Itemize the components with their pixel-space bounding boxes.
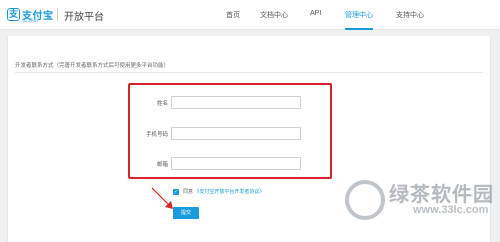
platform-title[interactable]: 开放平台 bbox=[64, 8, 104, 23]
nav-home[interactable]: 首页 bbox=[226, 10, 240, 20]
section-divider bbox=[15, 72, 483, 73]
watermark-text: 绿茶软件园 bbox=[389, 184, 494, 206]
alipay-logo-subtext: ALIPAY bbox=[23, 18, 40, 23]
name-label: 姓名 bbox=[156, 101, 168, 107]
agree-prefix: 同意 bbox=[183, 189, 194, 195]
nav-api[interactable]: API bbox=[310, 10, 321, 17]
top-navigation-bar: 支 支付宝 ALIPAY 开放平台 首页 文档中心 API 管理中心 支持中心 bbox=[0, 0, 500, 30]
watermark-logo-icon bbox=[345, 180, 385, 220]
email-input[interactable] bbox=[171, 157, 301, 170]
submit-button[interactable]: 提交 bbox=[173, 207, 199, 219]
phone-input[interactable] bbox=[171, 127, 301, 140]
section-title: 开发者联系方式（完善开发者联系方式后可使用更多平台功能） bbox=[15, 63, 170, 69]
phone-label: 手机号码 bbox=[145, 132, 168, 138]
agreement-link[interactable]: 《支付宝开放平台开发者协议》 bbox=[194, 189, 264, 195]
alipay-logo-icon: 支 bbox=[7, 8, 20, 21]
logo-divider bbox=[57, 8, 58, 21]
email-label: 邮箱 bbox=[156, 162, 168, 168]
nav-docs[interactable]: 文档中心 bbox=[260, 10, 288, 20]
nav-management-center[interactable]: 管理中心 bbox=[345, 10, 373, 30]
agreement-text: 同意 《支付宝开放平台开发者协议》 bbox=[183, 188, 264, 195]
nav-support-center[interactable]: 支持中心 bbox=[396, 10, 424, 20]
site-watermark: 绿茶软件园 www.33lc.com bbox=[345, 178, 495, 236]
watermark-url: www.33lc.com bbox=[413, 204, 489, 216]
name-input[interactable] bbox=[171, 96, 301, 109]
